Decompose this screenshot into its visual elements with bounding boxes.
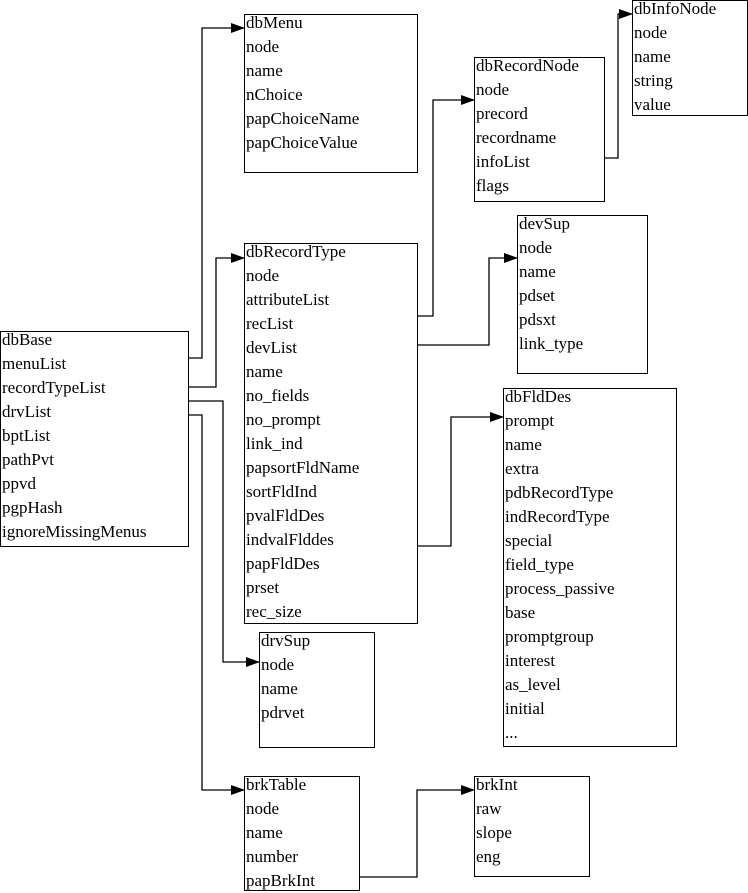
struct-field: nChoice: [246, 85, 303, 104]
struct-field: name: [246, 61, 283, 80]
struct-dbBase: dbBase menuList recordTypeList drvList bptLi…: [0, 330, 189, 547]
struct-title: devSup: [519, 214, 570, 233]
struct-field: devList: [246, 338, 297, 357]
struct-field: node: [261, 655, 295, 674]
struct-field: flags: [476, 176, 510, 195]
struct-field: pdbRecordType: [505, 483, 614, 502]
struct-brkTable: brkTable node name number papBrkInt: [244, 775, 360, 891]
link-devList-to-devSup: [417, 253, 518, 346]
struct-field: papChoiceValue: [246, 133, 358, 152]
struct-title: drvSup: [261, 631, 311, 650]
struct-field: as_level: [505, 675, 561, 694]
struct-field: indRecordType: [505, 507, 610, 526]
struct-field: infoList: [476, 152, 530, 171]
struct-field: menuList: [2, 354, 67, 373]
struct-field: no_fields: [246, 386, 310, 405]
struct-dbInfoNode: dbInfoNode node name string value: [632, 0, 748, 116]
struct-field: prompt: [505, 411, 555, 430]
link-infoList-to-dbInfoNode: [604, 9, 633, 159]
struct-field: pgpHash: [2, 498, 63, 517]
struct-field: pdrvet: [261, 703, 305, 722]
struct-title: dbFldDes: [505, 387, 572, 406]
struct-dbRecordNode: dbRecordNode node precord recordname infoLis…: [474, 56, 605, 202]
struct-field: recList: [246, 314, 294, 333]
struct-field: pdset: [519, 286, 555, 305]
struct-field: eng: [476, 847, 501, 866]
struct-field: node: [634, 23, 668, 42]
struct-field: papChoiceName: [246, 109, 360, 128]
struct-field: special: [505, 531, 553, 550]
struct-field: value: [634, 95, 671, 114]
struct-field: extra: [505, 459, 539, 478]
struct-field: rec_size: [246, 602, 302, 621]
struct-field: pathPvt: [2, 450, 54, 469]
struct-field: recordTypeList: [2, 378, 106, 397]
struct-field: name: [505, 435, 542, 454]
struct-title: dbMenu: [246, 13, 303, 32]
struct-field: name: [519, 262, 556, 281]
struct-field: drvList: [2, 402, 52, 421]
struct-field: node: [246, 799, 280, 818]
struct-field: pdsxt: [519, 310, 556, 329]
struct-field: sortFldInd: [246, 482, 317, 501]
struct-field: node: [519, 238, 553, 257]
struct-dbRecordType: dbRecordType node attributeList recList devL…: [244, 242, 418, 624]
struct-field: link_type: [519, 334, 584, 353]
struct-field: papBrkInt: [246, 871, 315, 890]
struct-title: dbRecordType: [246, 242, 346, 261]
struct-field: precord: [476, 104, 528, 123]
struct-field: ppvd: [2, 474, 36, 493]
struct-title: dbBase: [2, 330, 53, 349]
struct-title: dbInfoNode: [634, 0, 717, 18]
struct-field: slope: [476, 823, 512, 842]
struct-field: node: [246, 37, 280, 56]
struct-field: string: [634, 71, 673, 90]
struct-field: ignoreMissingMenus: [2, 522, 147, 541]
struct-field: bptList: [2, 426, 51, 445]
struct-dbMenu: dbMenu node name nChoice papChoiceName papCho…: [244, 13, 418, 173]
struct-field: node: [476, 80, 510, 99]
struct-title: dbRecordNode: [476, 56, 579, 75]
link-recordTypeList-to-dbRecordType: [188, 253, 245, 388]
struct-devSup: devSup node name pdset pdsxt link_type: [517, 214, 648, 374]
struct-field: initial: [505, 699, 545, 718]
struct-field: raw: [476, 799, 502, 818]
struct-field: base: [505, 603, 536, 622]
link-papBrkInt-to-brkInt: [359, 785, 475, 878]
struct-field: interest: [505, 651, 556, 670]
link-indvalFlddes-to-dbFldDes: [417, 412, 504, 547]
struct-field: process_passive: [505, 579, 615, 598]
struct-brkInt: brkInt raw slope eng: [474, 775, 590, 877]
struct-field: field_type: [505, 555, 574, 574]
struct-field: indvalFlddes: [246, 530, 334, 549]
struct-title: brkInt: [476, 775, 518, 794]
struct-field: papFldDes: [246, 554, 320, 573]
struct-field: prset: [246, 578, 280, 597]
struct-field: name: [634, 47, 671, 66]
struct-field: name: [261, 679, 298, 698]
struct-field: recordname: [476, 128, 557, 147]
link-bptList-to-brkTable: [188, 414, 245, 795]
struct-field: papsortFldName: [246, 458, 360, 477]
struct-dbFldDes: dbFldDes prompt name extra pdbRecordType indR…: [503, 387, 677, 747]
struct-field: pvalFldDes: [246, 506, 325, 525]
link-recList-to-dbRecordNode: [417, 95, 475, 317]
struct-field: name: [246, 823, 283, 842]
struct-field: attributeList: [246, 290, 330, 309]
struct-title: brkTable: [246, 775, 307, 794]
struct-drvSup: drvSup node name pdrvet: [259, 631, 375, 748]
struct-field: node: [246, 266, 280, 285]
struct-field: link_ind: [246, 434, 303, 453]
struct-field: no_prompt: [246, 410, 321, 429]
struct-field: name: [246, 362, 283, 381]
struct-field: promptgroup: [505, 627, 594, 646]
struct-field: ...: [505, 723, 518, 742]
struct-field: number: [246, 847, 298, 866]
